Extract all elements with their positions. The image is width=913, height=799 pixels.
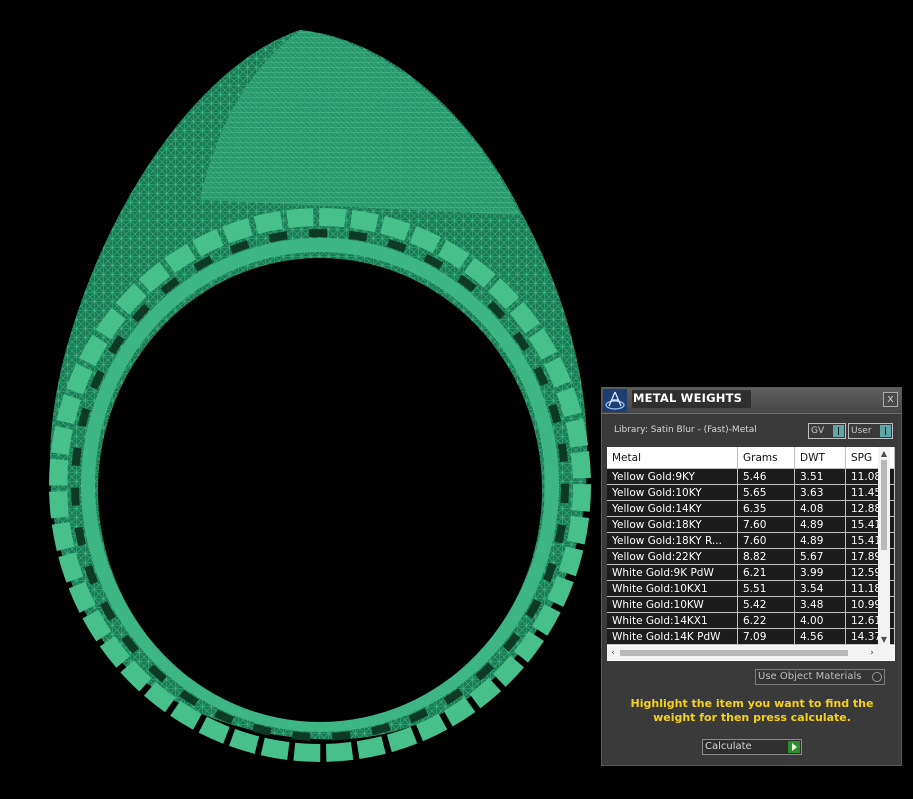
dwt-cell: 3.54 <box>795 581 846 597</box>
dwt-cell: 4.89 <box>795 533 846 549</box>
user-toggle-label: User <box>851 426 872 436</box>
app-logo-icon <box>603 389 627 412</box>
metal-cell: Yellow Gold:18KY R... <box>607 533 738 549</box>
column-header-metal[interactable]: Metal <box>607 447 738 469</box>
use-object-materials-label: Use Object Materials <box>758 671 862 682</box>
horizontal-scrollbar[interactable]: ‹ › <box>607 646 895 660</box>
dwt-cell: 4.08 <box>795 501 846 517</box>
metal-cell: Yellow Gold:18KY <box>607 517 738 533</box>
column-header-grams[interactable]: Grams <box>738 447 795 469</box>
gv-toggle[interactable]: GV <box>808 423 846 439</box>
ring-wireframe-model <box>49 30 591 762</box>
grams-cell: 7.09 <box>738 629 795 645</box>
library-label: Library: Satin Blur - (Fast)-Metal <box>614 425 757 435</box>
panel-titlebar[interactable]: METAL WEIGHTS x <box>602 388 901 414</box>
grams-cell: 7.60 <box>738 533 795 549</box>
vertical-scrollbar[interactable]: ▲ ▼ <box>878 447 890 646</box>
horizontal-scroll-thumb[interactable] <box>620 650 848 656</box>
metal-table: Metal Grams DWT SPG Yellow Gold:9KY 5.46 3… <box>607 447 895 661</box>
metal-cell: White Gold:14KX1 <box>607 613 738 629</box>
table-body: Yellow Gold:9KY 5.46 3.51 11.08 Yellow Gold… <box>607 469 895 645</box>
metal-weights-panel: METAL WEIGHTS x Library: Satin Blur - (F… <box>601 387 902 766</box>
play-arrow-icon <box>788 741 800 753</box>
grams-cell: 6.21 <box>738 565 795 581</box>
grams-cell: 6.22 <box>738 613 795 629</box>
grams-cell: 8.82 <box>738 549 795 565</box>
table-row[interactable]: White Gold:9K PdW 6.21 3.99 12.59 <box>607 565 895 581</box>
column-header-dwt[interactable]: DWT <box>795 447 846 469</box>
calculate-label: Calculate <box>705 741 752 752</box>
scroll-up-icon[interactable]: ▲ <box>879 449 889 459</box>
panel-title: METAL WEIGHTS <box>632 390 751 408</box>
vertical-scroll-thumb[interactable] <box>881 460 887 550</box>
metal-cell: Yellow Gold:22KY <box>607 549 738 565</box>
metal-cell: White Gold:14K PdW <box>607 629 738 645</box>
table-row[interactable]: White Gold:14K PdW 7.09 4.56 14.37 <box>607 629 895 645</box>
table-row[interactable]: White Gold:14KX1 6.22 4.00 12.61 <box>607 613 895 629</box>
table-row[interactable]: Yellow Gold:14KY 6.35 4.08 12.88 <box>607 501 895 517</box>
scroll-down-icon[interactable]: ▼ <box>879 635 889 645</box>
dwt-cell: 5.67 <box>795 549 846 565</box>
close-button[interactable]: x <box>883 392 898 407</box>
metal-cell: White Gold:10KW <box>607 597 738 613</box>
metal-cell: Yellow Gold:10KY <box>607 485 738 501</box>
dwt-cell: 4.56 <box>795 629 846 645</box>
grams-cell: 5.51 <box>738 581 795 597</box>
grams-cell: 5.42 <box>738 597 795 613</box>
scroll-left-icon[interactable]: ‹ <box>607 647 619 659</box>
table-row[interactable]: Yellow Gold:9KY 5.46 3.51 11.08 <box>607 469 895 485</box>
metal-cell: White Gold:9K PdW <box>607 565 738 581</box>
user-toggle[interactable]: User <box>848 423 893 439</box>
gv-toggle-label: GV <box>811 426 825 436</box>
toggle-indicator-icon <box>880 425 891 437</box>
scroll-right-icon[interactable]: › <box>866 647 878 659</box>
grams-cell: 6.35 <box>738 501 795 517</box>
table-row[interactable]: White Gold:10KX1 5.51 3.54 11.18 <box>607 581 895 597</box>
dwt-cell: 3.51 <box>795 469 846 485</box>
dwt-cell: 4.89 <box>795 517 846 533</box>
table-row[interactable]: White Gold:10KW 5.42 3.48 10.99 <box>607 597 895 613</box>
grams-cell: 5.65 <box>738 485 795 501</box>
grams-cell: 5.46 <box>738 469 795 485</box>
table-row[interactable]: Yellow Gold:10KY 5.65 3.63 11.45 <box>607 485 895 501</box>
use-object-materials-toggle[interactable]: Use Object Materials <box>755 669 885 685</box>
dwt-cell: 3.99 <box>795 565 846 581</box>
dwt-cell: 3.48 <box>795 597 846 613</box>
instruction-text: Highlight the item you want to find the … <box>630 697 874 724</box>
dwt-cell: 3.63 <box>795 485 846 501</box>
table-row[interactable]: Yellow Gold:18KY R... 7.60 4.89 15.41 <box>607 533 895 549</box>
grams-cell: 7.60 <box>738 517 795 533</box>
metal-cell: Yellow Gold:14KY <box>607 501 738 517</box>
table-header: Metal Grams DWT SPG <box>607 447 895 469</box>
table-row[interactable]: Yellow Gold:22KY 8.82 5.67 17.89 <box>607 549 895 565</box>
metal-cell: White Gold:10KX1 <box>607 581 738 597</box>
radio-knob-icon <box>872 672 882 682</box>
calculate-button[interactable]: Calculate <box>702 739 802 755</box>
table-row[interactable]: Yellow Gold:18KY 7.60 4.89 15.41 <box>607 517 895 533</box>
metal-cell: Yellow Gold:9KY <box>607 469 738 485</box>
dwt-cell: 4.00 <box>795 613 846 629</box>
toggle-indicator-icon <box>833 425 844 437</box>
